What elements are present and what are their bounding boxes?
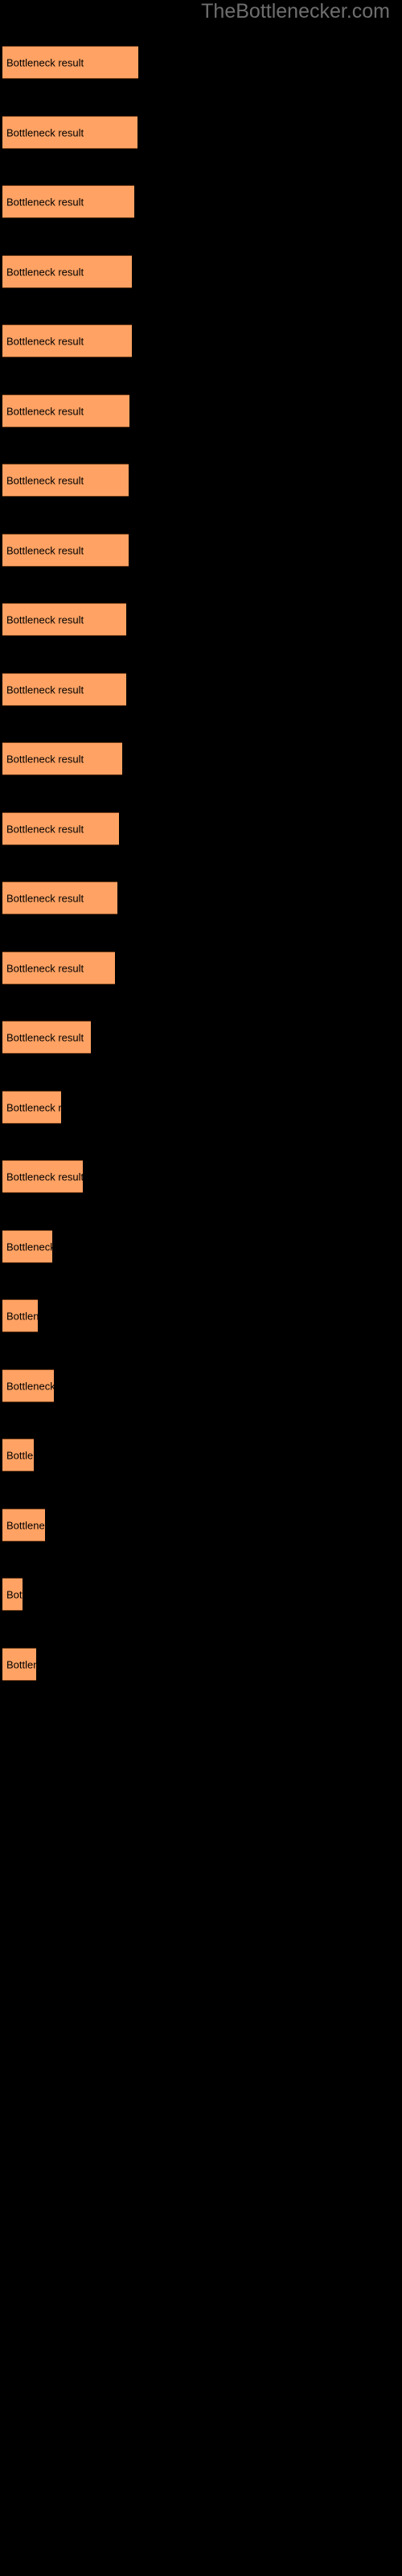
- bar: Bottleneck result: [2, 603, 126, 636]
- bar-label: Bottleneck result: [6, 892, 84, 904]
- bar: Bottleneck result: [2, 324, 132, 357]
- bar-label: Bottleneck result: [6, 1170, 83, 1183]
- bar-label: Bottleneck result: [6, 613, 84, 625]
- bar-row: Bottleneck result: [0, 116, 402, 149]
- bar-row: Bottleneck result: [0, 185, 402, 218]
- bar-label-clip: Bottleneck result: [2, 1300, 38, 1331]
- bar-label-clip: Bottleneck result: [2, 604, 126, 635]
- bar: Bottleneck result: [2, 1369, 54, 1402]
- bar-row: Bottleneck result: [0, 1578, 402, 1611]
- bar-label-clip: Bottleneck result: [2, 743, 122, 774]
- bar-row: Bottleneck result: [0, 952, 402, 985]
- bar-label-clip: Bottleneck result: [2, 1231, 52, 1262]
- bottleneck-bar-chart: TheBottlenecker.com Bottleneck result Bot…: [0, 0, 402, 2576]
- bar-label: Bottleneck result: [6, 1310, 38, 1322]
- bar-label-clip: Bottleneck result: [2, 256, 132, 287]
- bar-row: Bottleneck result: [0, 742, 402, 775]
- bar-label: Bottleneck result: [6, 1241, 52, 1253]
- bar: Bottleneck result: [2, 46, 138, 79]
- bar-row: Bottleneck result: [0, 534, 402, 567]
- bar-label: Bottleneck result: [6, 1658, 36, 1670]
- bar-label: Bottleneck result: [6, 544, 84, 556]
- bar-row: Bottleneck result: [0, 1230, 402, 1263]
- bar: Bottleneck result: [2, 1021, 91, 1054]
- bar-label: Bottleneck result: [6, 405, 84, 417]
- bar: Bottleneck result: [2, 1091, 61, 1124]
- bar-row: Bottleneck result: [0, 1299, 402, 1332]
- bar: Bottleneck result: [2, 881, 117, 914]
- bar: Bottleneck result: [2, 534, 129, 567]
- bar: Bottleneck result: [2, 673, 126, 706]
- bar-label-clip: Bottleneck result: [2, 674, 126, 705]
- bar-label: Bottleneck result: [6, 823, 84, 835]
- bar-label: Bottleneck result: [6, 1031, 84, 1043]
- bar-label: Bottleneck result: [6, 1380, 54, 1392]
- bar: Bottleneck result: [2, 1509, 45, 1542]
- bar-label: Bottleneck result: [6, 474, 84, 486]
- bar-label: Bottleneck result: [6, 126, 84, 138]
- bar-label: Bottleneck result: [6, 56, 84, 68]
- bar-label-clip: Bottleneck result: [2, 47, 138, 78]
- bar-row: Bottleneck result: [0, 1021, 402, 1054]
- bar-row: Bottleneck result: [0, 603, 402, 636]
- bar-label: Bottleneck result: [6, 962, 84, 974]
- bar-label: Bottleneck result: [6, 1449, 34, 1461]
- bar: Bottleneck result: [2, 464, 129, 497]
- bar-label-clip: Bottleneck result: [2, 1370, 54, 1402]
- bar-label: Bottleneck result: [6, 1588, 23, 1600]
- bar: Bottleneck result: [2, 812, 119, 845]
- bar: Bottleneck result: [2, 394, 129, 427]
- bar-label-clip: Bottleneck result: [2, 117, 137, 148]
- bar-label-clip: Bottleneck result: [2, 1161, 83, 1192]
- bar: Bottleneck result: [2, 1160, 83, 1193]
- bar-label-clip: Bottleneck result: [2, 813, 119, 844]
- bar-label: Bottleneck result: [6, 753, 84, 765]
- bar-row: Bottleneck result: [0, 1509, 402, 1542]
- bar-row: Bottleneck result: [0, 255, 402, 288]
- bar-row: Bottleneck result: [0, 1369, 402, 1402]
- bar-label: Bottleneck result: [6, 1519, 45, 1531]
- bar-label: Bottleneck result: [6, 683, 84, 696]
- bar: Bottleneck result: [2, 1648, 36, 1681]
- bar: Bottleneck result: [2, 1439, 34, 1472]
- bar-label: Bottleneck result: [6, 1101, 61, 1113]
- bar-label-clip: Bottleneck result: [2, 1579, 23, 1610]
- bar: Bottleneck result: [2, 185, 134, 218]
- bar-row: Bottleneck result: [0, 1648, 402, 1681]
- bar-row: Bottleneck result: [0, 46, 402, 79]
- bar: Bottleneck result: [2, 1230, 52, 1263]
- bar: Bottleneck result: [2, 742, 122, 775]
- bar: Bottleneck result: [2, 1578, 23, 1611]
- bar-label: Bottleneck result: [6, 335, 84, 347]
- bar-row: Bottleneck result: [0, 812, 402, 845]
- bar-label-clip: Bottleneck result: [2, 1649, 36, 1680]
- bar-label-clip: Bottleneck result: [2, 535, 129, 566]
- bar-row: Bottleneck result: [0, 394, 402, 427]
- bar-label-clip: Bottleneck result: [2, 1509, 45, 1541]
- bar-label-clip: Bottleneck result: [2, 395, 129, 427]
- bar-row: Bottleneck result: [0, 881, 402, 914]
- bar-label: Bottleneck result: [6, 196, 84, 208]
- bar-label-clip: Bottleneck result: [2, 1022, 91, 1053]
- bar-label-clip: Bottleneck result: [2, 952, 115, 984]
- bar-label-clip: Bottleneck result: [2, 464, 129, 496]
- bar: Bottleneck result: [2, 116, 137, 149]
- bar-row: Bottleneck result: [0, 1439, 402, 1472]
- bar-label-clip: Bottleneck result: [2, 1092, 61, 1123]
- bar-label: Bottleneck result: [6, 266, 84, 278]
- bar-row: Bottleneck result: [0, 1091, 402, 1124]
- bar-row: Bottleneck result: [0, 673, 402, 706]
- bar-row: Bottleneck result: [0, 1160, 402, 1193]
- bar: Bottleneck result: [2, 952, 115, 985]
- bar-row: Bottleneck result: [0, 464, 402, 497]
- bar-label-clip: Bottleneck result: [2, 882, 117, 914]
- bar-label-clip: Bottleneck result: [2, 186, 134, 217]
- bar: Bottleneck result: [2, 255, 132, 288]
- bar: Bottleneck result: [2, 1299, 38, 1332]
- bar-row: Bottleneck result: [0, 324, 402, 357]
- bars-layer: Bottleneck result Bottleneck result Bottle…: [0, 0, 402, 2576]
- bar-label-clip: Bottleneck result: [2, 325, 132, 357]
- bar-label-clip: Bottleneck result: [2, 1439, 34, 1471]
